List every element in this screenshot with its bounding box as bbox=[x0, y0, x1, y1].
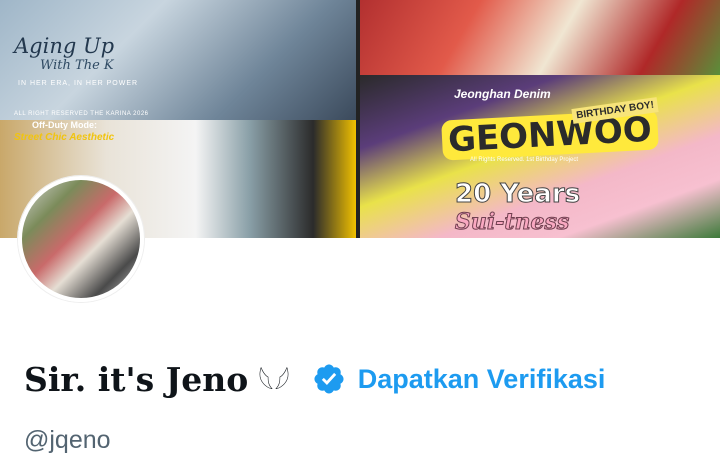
banner-tagline: IN HER ERA, IN HER POWER bbox=[18, 80, 139, 87]
banner-main-text: GEONWOO bbox=[441, 109, 659, 161]
banner-panel-picnic bbox=[360, 0, 720, 75]
banner-sub-text: Sui-tness bbox=[454, 209, 570, 236]
banner-panel-birthday: Jeonghan Denim GEONWOO BIRTHDAY BOY! All… bbox=[360, 75, 720, 238]
profile-handle: @jqeno bbox=[24, 426, 111, 454]
banner-subtitle: With The K bbox=[40, 58, 114, 73]
banner-footer: ALL RIGHT RESERVED THE KARINA 2026 bbox=[14, 111, 149, 117]
get-verified-label: Dapatkan Verifikasi bbox=[357, 363, 606, 394]
banner-footer-2: All Rights Reserved. 1st Birthday Projec… bbox=[470, 157, 579, 163]
banner-years-text: 20 Years bbox=[454, 179, 581, 210]
avatar[interactable] bbox=[18, 176, 144, 302]
profile-name-row: Sir. it's Jeno 𓆩𓆪 Dapatkan Verifikasi bbox=[24, 356, 605, 402]
name-emoji: 𓆩𓆪 bbox=[258, 367, 290, 398]
display-name: Sir. it's Jeno bbox=[24, 359, 249, 399]
get-verified-button[interactable]: Dapatkan Verifikasi bbox=[312, 362, 606, 396]
verified-badge-icon bbox=[314, 364, 344, 394]
banner-label: Off-Duty Mode: bbox=[32, 120, 97, 130]
banner-street-title: Street Chic Aesthetic bbox=[14, 132, 115, 143]
banner-title: Aging Up bbox=[14, 34, 115, 58]
banner-heading: Jeonghan Denim bbox=[454, 87, 551, 101]
banner-panel-aging-up: Aging Up With The K IN HER ERA, IN HER P… bbox=[0, 0, 356, 120]
